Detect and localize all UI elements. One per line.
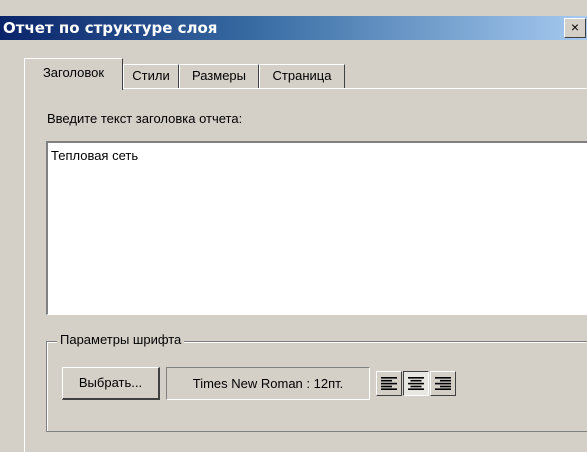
center-align-icon <box>408 377 424 390</box>
align-center-button[interactable] <box>403 371 429 396</box>
report-title-textarea[interactable]: Тепловая сеть <box>46 141 587 315</box>
title-prompt-label: Введите текст заголовка отчета: <box>47 111 243 126</box>
font-params-legend: Параметры шрифта <box>57 332 185 347</box>
tab-styles[interactable]: Стили <box>123 64 179 88</box>
left-align-icon <box>381 377 397 390</box>
align-right-button[interactable] <box>430 371 456 396</box>
tab-header[interactable]: Заголовок <box>24 58 123 90</box>
tab-page[interactable]: Страница <box>259 64 345 88</box>
align-left-button[interactable] <box>376 371 402 396</box>
tab-sizes[interactable]: Размеры <box>179 64 259 88</box>
title-bar[interactable]: Отчет по структуре слоя × <box>0 16 587 40</box>
right-align-icon <box>435 377 451 390</box>
close-button[interactable]: × <box>564 18 586 38</box>
report-dialog: Отчет по структуре слоя × Заголовок Стил… <box>0 0 587 452</box>
choose-font-button[interactable]: Выбрать... <box>62 367 160 400</box>
window-title: Отчет по структуре слоя <box>3 19 218 37</box>
current-font-display: Times New Roman : 12пт. <box>166 367 370 400</box>
